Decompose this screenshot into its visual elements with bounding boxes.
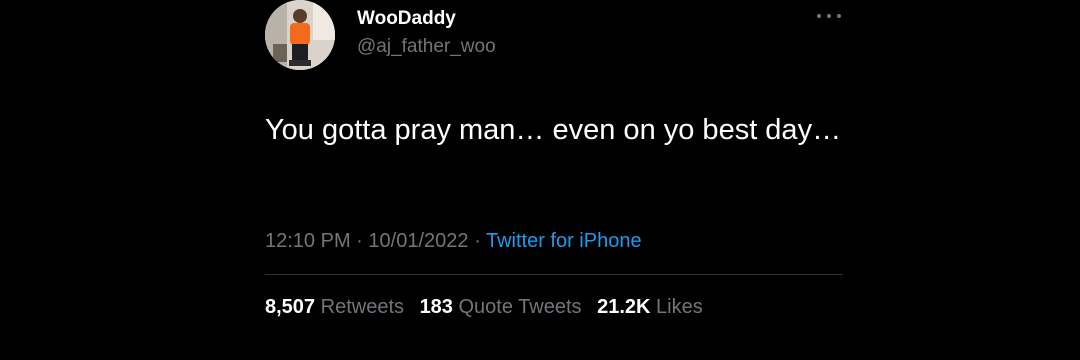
quote-tweets-stat[interactable]: 183 Quote Tweets [420,296,588,318]
ellipsis-dot [827,14,831,18]
tweet-card: WooDaddy @aj_father_woo You gotta pray m… [0,0,1080,360]
tweet-date[interactable]: 10/01/2022 [368,230,468,252]
quote-tweets-count: 183 [419,296,453,318]
tweet-stats: 8,507 Retweets 183 Quote Tweets 21.2K Li… [265,296,713,319]
tweet-text: You gotta pray man… even on yo best day… [265,114,842,146]
ellipsis-icon[interactable] [815,6,843,26]
avatar[interactable] [265,0,335,70]
tweet-meta: 12:10 PM · 10/01/2022 · Twitter for iPho… [265,230,642,253]
profile-photo-icon [265,0,335,70]
retweets-label: Retweets [320,296,404,318]
author-display-name[interactable]: WooDaddy [357,8,456,30]
retweets-count: 8,507 [265,296,316,318]
divider [265,274,843,275]
likes-count: 21.2K [597,296,651,318]
likes-stat[interactable]: 21.2K Likes [597,296,703,318]
quote-tweets-label: Quote Tweets [458,296,582,318]
tweet-source-link[interactable]: Twitter for iPhone [486,230,642,252]
meta-separator: · [474,230,481,252]
tweet-time[interactable]: 12:10 PM [265,230,351,252]
likes-label: Likes [656,296,703,318]
author-handle[interactable]: @aj_father_woo [357,36,496,58]
ellipsis-dot [817,14,821,18]
retweets-stat[interactable]: 8,507 Retweets [265,296,410,318]
meta-separator: · [356,230,363,252]
ellipsis-dot [837,14,841,18]
